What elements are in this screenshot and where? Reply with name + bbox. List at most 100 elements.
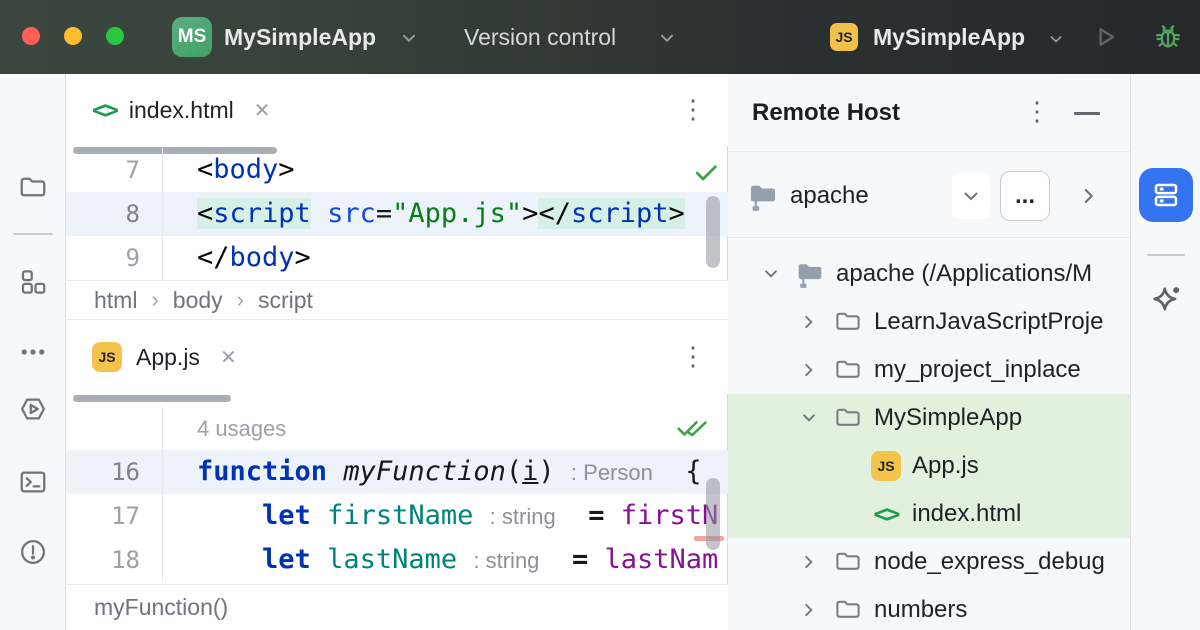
html-code-lines: 7<body>8<script src="App.js"></script>9<… [66, 148, 728, 280]
project-folder-icon[interactable] [18, 172, 48, 202]
tree-item-node-express-debug[interactable]: node_express_debug [728, 538, 1130, 586]
chevron-right-icon[interactable] [794, 551, 824, 573]
line-number[interactable]: 17 [66, 494, 162, 538]
panel-title: Remote Host [752, 74, 900, 152]
problems-icon[interactable] [18, 537, 48, 567]
breadcrumb-item[interactable]: body [173, 287, 223, 314]
more-tool-windows-icon[interactable] [18, 337, 48, 367]
code-text[interactable]: </body> [162, 236, 728, 280]
chevron-down-icon[interactable] [794, 407, 824, 429]
tab-label: index.html [129, 97, 234, 124]
chevron-right-icon[interactable] [794, 359, 824, 381]
chevron-down-icon[interactable] [756, 263, 786, 285]
code-text[interactable]: <body> [162, 148, 728, 192]
run-config-badge: JS [830, 23, 858, 51]
chevron-down-icon [1046, 29, 1066, 54]
vcs-widget[interactable]: Version control [464, 0, 616, 74]
chevron-right-icon[interactable] [1076, 183, 1102, 214]
tree-item-app-js[interactable]: JSApp.js [728, 442, 1130, 490]
project-badge: MS [172, 17, 212, 57]
html-breadcrumb: html›body›script [66, 280, 728, 320]
structure-icon[interactable] [18, 267, 48, 297]
close-icon[interactable]: ✕ [254, 98, 271, 123]
code-text[interactable]: 4 usages [162, 406, 728, 450]
html-file-icon: <> [870, 500, 902, 528]
run-button[interactable] [1090, 22, 1120, 57]
rail-divider [1147, 254, 1185, 256]
line-number[interactable]: 9 [66, 236, 162, 280]
vertical-scrollbar[interactable] [706, 196, 720, 268]
folder-icon [832, 307, 864, 337]
editor-area: <> index.html ✕ ⋮ 7<body>8<script src="A… [66, 74, 728, 630]
breadcrumb-item[interactable]: html [94, 287, 137, 314]
inspection-ok-double-icon[interactable] [674, 412, 712, 447]
tree-item-learnjavascriptproje[interactable]: LearnJavaScriptProje [728, 298, 1130, 346]
code-text[interactable]: function myFunction(i) : Person { [162, 450, 728, 494]
tab-app-js[interactable]: JS App.js ✕ [92, 320, 237, 394]
line-number[interactable]: 8 [66, 192, 162, 236]
tree-item-index-html[interactable]: <> index.html [728, 490, 1130, 538]
kebab-menu-icon[interactable]: ⋮ [1024, 98, 1050, 124]
tab-index-html[interactable]: <> index.html ✕ [92, 74, 271, 146]
tree-item-label: LearnJavaScriptProje [874, 308, 1103, 336]
code-text[interactable]: let lastName : string = lastNam [162, 538, 728, 582]
js-file-icon: JS [92, 342, 122, 372]
tree-item-numbers[interactable]: numbers [728, 586, 1130, 630]
close-icon[interactable]: ✕ [220, 345, 237, 370]
tree-item-label: numbers [874, 596, 967, 624]
code-line-18[interactable]: 18 let lastName : string = lastNam [66, 538, 728, 582]
js-code-lines: 4 usages16function myFunction(i) : Perso… [66, 406, 728, 582]
breadcrumb-item[interactable]: myFunction() [94, 594, 228, 621]
ai-assistant-icon[interactable] [1148, 282, 1184, 318]
remote-host-toolbar: apache ... [728, 153, 1130, 238]
server-dropdown-button[interactable] [952, 173, 990, 219]
code-text[interactable]: let firstName : string = firstN [162, 494, 728, 538]
line-number[interactable]: 7 [66, 148, 162, 192]
tree-item-label: node_express_debug [874, 548, 1105, 576]
tree-item-apache-applications-m[interactable]: apache (/Applications/M [728, 250, 1130, 298]
code-line-9[interactable]: 9</body> [66, 236, 728, 280]
chevron-right-icon[interactable] [794, 311, 824, 333]
tree-item-label: MySimpleApp [874, 404, 1022, 432]
kebab-menu-icon[interactable]: ⋮ [680, 96, 706, 122]
line-number[interactable]: 18 [66, 538, 162, 582]
rail-divider [13, 233, 53, 235]
line-number[interactable] [66, 406, 162, 450]
zoom-button[interactable] [106, 27, 124, 45]
hide-panel-icon[interactable] [1074, 112, 1100, 115]
code-line-8[interactable]: 8<script src="App.js"></script> [66, 192, 728, 236]
folder-icon [832, 547, 864, 577]
kebab-menu-icon[interactable]: ⋮ [680, 343, 706, 369]
code-text[interactable]: <script src="App.js"></script> [162, 192, 728, 236]
remote-server-icon [746, 179, 780, 218]
html-editor-tab-bar: <> index.html ✕ ⋮ [66, 74, 728, 146]
tree-item-label: App.js [912, 452, 979, 480]
line-number[interactable]: 16 [66, 450, 162, 494]
run-config-widget[interactable]: MySimpleApp [873, 0, 1025, 74]
left-toolwindow-rail [0, 74, 66, 630]
code-line-16[interactable]: 16function myFunction(i) : Person { [66, 450, 728, 494]
services-icon[interactable] [18, 394, 48, 424]
tree-item-label: index.html [912, 500, 1021, 528]
server-selector[interactable]: apache [790, 153, 869, 238]
vertical-scrollbar[interactable] [706, 478, 720, 550]
remote-host-tool-button[interactable] [1139, 168, 1193, 222]
inspection-ok-icon[interactable] [692, 158, 720, 191]
code-line-7[interactable]: 7<body> [66, 148, 728, 192]
browse-button[interactable]: ... [1000, 171, 1050, 221]
terminal-icon[interactable] [18, 467, 48, 497]
chevron-down-icon [398, 27, 420, 54]
chevron-right-icon[interactable] [794, 599, 824, 621]
close-button[interactable] [22, 27, 40, 45]
html-file-icon: <> [92, 96, 117, 124]
tree-item-mysimpleapp[interactable]: MySimpleApp [728, 394, 1130, 442]
debug-button[interactable] [1152, 21, 1184, 58]
breadcrumb-item[interactable]: script [258, 287, 313, 314]
minimize-button[interactable] [64, 27, 82, 45]
folder-icon [832, 355, 864, 385]
tree-item-my-project-inplace[interactable]: my_project_inplace [728, 346, 1130, 394]
code-line-17[interactable]: 17 let firstName : string = firstN [66, 494, 728, 538]
horizontal-scrollbar[interactable] [73, 395, 231, 402]
code-line[interactable]: 4 usages [66, 406, 728, 450]
project-widget[interactable]: MySimpleApp [224, 0, 376, 74]
